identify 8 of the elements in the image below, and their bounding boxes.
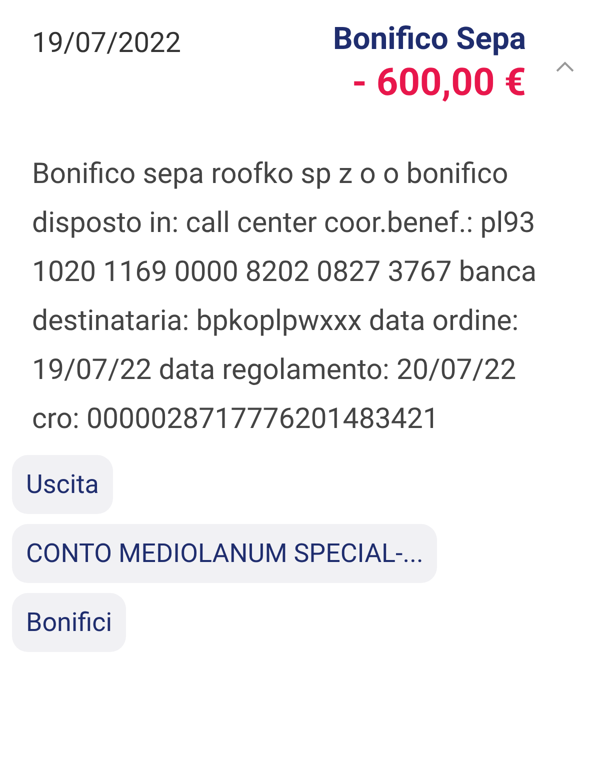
transaction-amount: - 600,00 € <box>352 61 526 105</box>
transaction-description: Bonifico sepa roofko sp z o o bonifico disposto in: call center coor.benef.: pl93 1020 1169 0000 8202 0827 3767 banca destinataria: bpkoplpwxxx data ordine: 19/07/22 data regolamento: 20/07/22 cro: 0000028717776201483421 <box>31 156 538 437</box>
chevron-icon[interactable] <box>554 60 576 74</box>
tag-chip[interactable]: CONTO MEDIOLANUM SPECIAL-... <box>12 524 438 583</box>
tag-chip[interactable]: Bonifici <box>12 593 126 652</box>
tag-chip[interactable]: Uscita <box>12 455 113 514</box>
transaction-date: 19/07/2022 <box>32 25 181 61</box>
transaction-title: Bonifico Sepa <box>333 20 526 57</box>
